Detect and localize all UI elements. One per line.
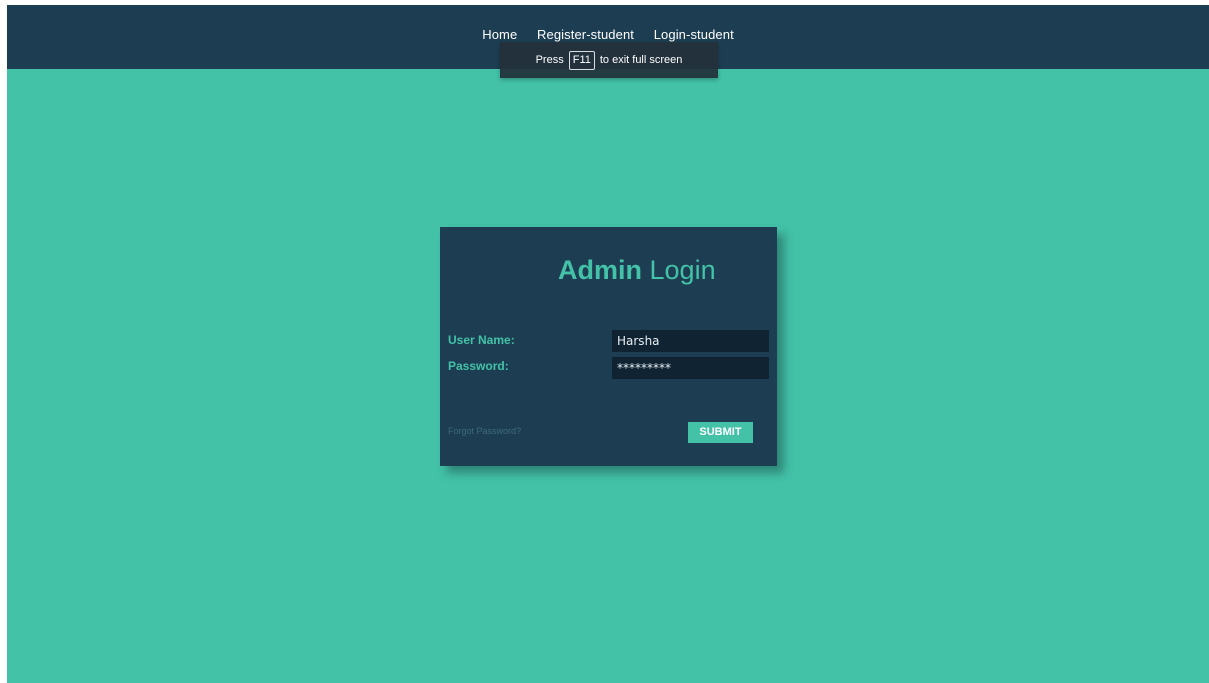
forgot-password-link[interactable]: Forgot Password? — [448, 426, 521, 436]
nav-register-student-link[interactable]: Register-student — [537, 27, 634, 42]
nav-links: Home Register-student Login-student — [7, 27, 1209, 42]
login-title-light: Login — [649, 255, 716, 285]
fullscreen-notice-suffix: to exit full screen — [599, 54, 683, 66]
f11-key-badge: F11 — [568, 50, 595, 70]
submit-button[interactable]: SUBMIT — [688, 422, 753, 443]
fullscreen-notice-prefix: Press — [535, 54, 564, 66]
login-title-bold: Admin — [558, 255, 642, 285]
password-label: Password: — [448, 359, 509, 373]
admin-login-card: Admin Login User Name: Password: *******… — [440, 227, 777, 466]
page-viewport: Home Register-student Login-student Pres… — [7, 5, 1209, 683]
nav-home-link[interactable]: Home — [482, 27, 517, 42]
username-label: User Name: — [448, 333, 515, 347]
fullscreen-exit-notice: Press F11 to exit full screen — [500, 42, 718, 78]
login-title: Admin Login — [558, 255, 716, 286]
password-input[interactable]: ********* — [612, 357, 769, 379]
nav-login-student-link[interactable]: Login-student — [654, 27, 734, 42]
username-input[interactable] — [612, 330, 769, 352]
